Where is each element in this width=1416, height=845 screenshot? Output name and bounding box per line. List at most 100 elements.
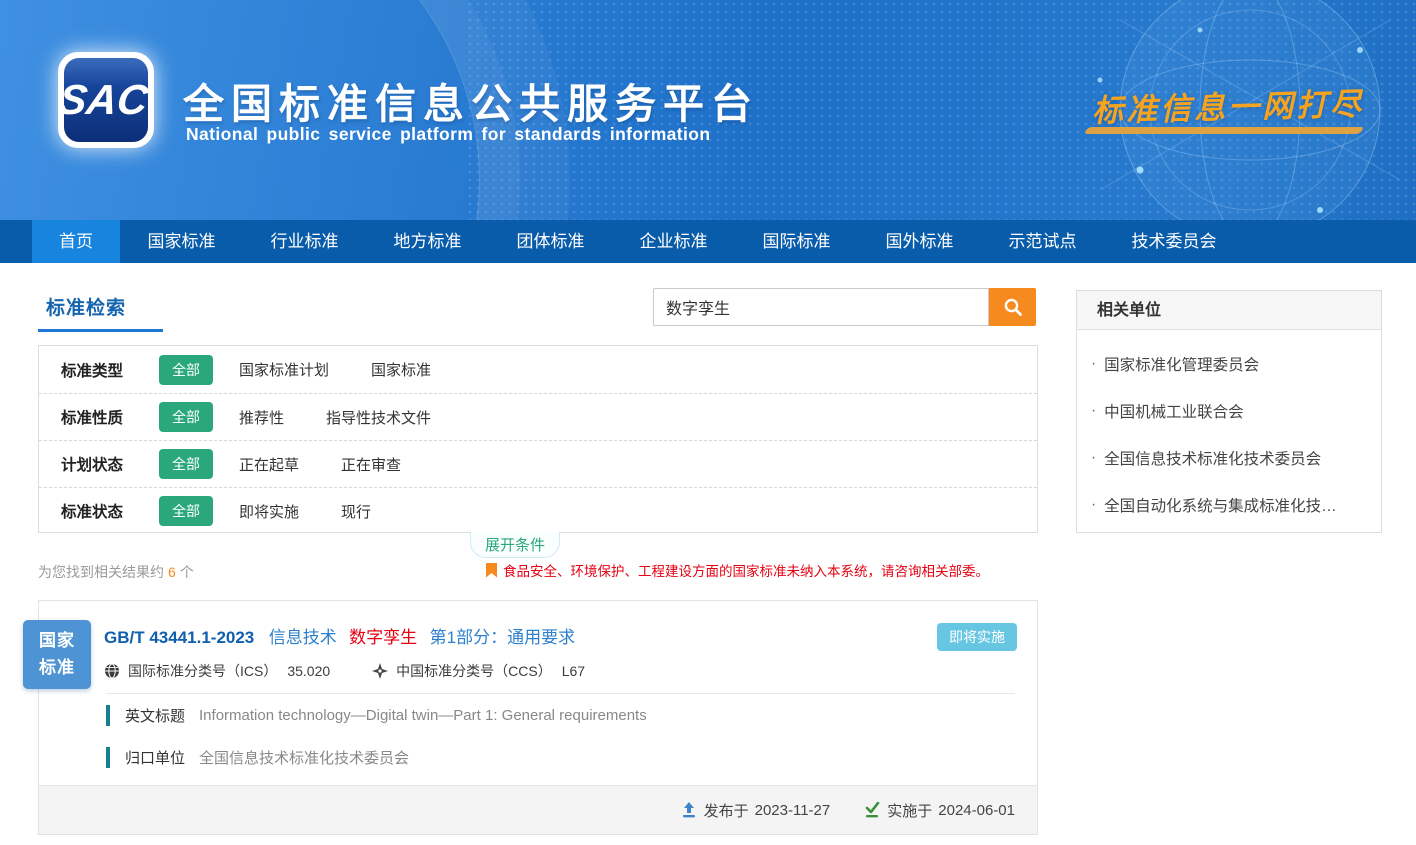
bullet: · (1091, 402, 1096, 420)
sidebar-item-sac[interactable]: · 国家标准化管理委员会 (1091, 340, 1381, 387)
filter-label: 计划状态 (61, 453, 159, 475)
publish-icon (681, 802, 697, 818)
card-divider (106, 693, 1015, 694)
result-card: 国家 标准 GB/T 43441.1-2023 信息技术 数字孪生 第1部分：通… (38, 600, 1038, 835)
sac-logo-inner: SAC (64, 58, 148, 142)
nav-tab-enterprise-standards[interactable]: 企业标准 (612, 220, 735, 263)
summary-prefix: 为您找到相关结果约 (38, 564, 164, 580)
sidebar-item-label: 全国信息技术标准化技术委员会 (1104, 447, 1321, 469)
search-input[interactable] (653, 288, 989, 326)
search-button[interactable] (989, 288, 1036, 326)
standard-title-part2: 第1部分：通用要求 (430, 628, 575, 647)
national-standard-badge: 国家 标准 (23, 620, 91, 689)
teal-bar-decor (106, 747, 110, 768)
filter-panel: 标准类型 全部 国家标准计划 国家标准 标准性质 全部 推荐性 指导性技术文件 … (38, 345, 1038, 533)
sidebar-item-automation-systems[interactable]: · 全国自动化系统与集成标准化技… (1091, 481, 1381, 528)
filter-option[interactable]: 现行 (341, 501, 371, 522)
expand-conditions-button[interactable]: 展开条件 (470, 531, 560, 558)
teal-bar-decor (106, 705, 110, 726)
sidebar-item-label: 中国机械工业联合会 (1104, 400, 1244, 422)
ccs-value: L67 (562, 663, 585, 679)
filter-all-button[interactable]: 全部 (159, 496, 213, 526)
filter-option[interactable]: 正在审查 (341, 454, 401, 475)
page-header: SAC 全国标准信息公共服务平台 National public service… (0, 0, 1416, 220)
dept-value: 全国信息技术标准化技术委员会 (199, 747, 409, 768)
classification-row: 国际标准分类号（ICS） 35.020 中国标准分类号（CCS） L67 (104, 661, 585, 681)
nav-tab-industry-standards[interactable]: 行业标准 (243, 220, 366, 263)
filter-option[interactable]: 国家标准 (371, 359, 431, 380)
filter-row-plan-status: 计划状态 全部 正在起草 正在审查 (39, 440, 1037, 487)
bookmark-icon (486, 563, 497, 578)
search-icon (1003, 297, 1023, 317)
filter-row-standard-type: 标准类型 全部 国家标准计划 国家标准 (39, 346, 1037, 393)
filter-option[interactable]: 正在起草 (239, 454, 299, 475)
filter-option[interactable]: 国家标准计划 (239, 359, 329, 380)
bullet: · (1091, 449, 1096, 467)
publish-date-item: 发布于 2023-11-27 (681, 800, 831, 821)
filter-label: 标准类型 (61, 359, 159, 381)
ics-label: 国际标准分类号（ICS） (128, 661, 277, 681)
summary-suffix: 个 (180, 564, 194, 580)
bullet: · (1091, 496, 1096, 514)
nav-tab-national-standards[interactable]: 国家标准 (120, 220, 243, 263)
filter-label: 标准性质 (61, 406, 159, 428)
implement-check-icon (864, 802, 880, 818)
sidebar-item-label: 国家标准化管理委员会 (1104, 353, 1259, 375)
header-slogan: 标准信息一网打尽 (1091, 78, 1364, 130)
nav-tab-home[interactable]: 首页 (32, 220, 120, 263)
section-title-underline (38, 329, 163, 332)
filter-all-button[interactable]: 全部 (159, 449, 213, 479)
sac-logo: SAC (58, 52, 154, 148)
dept-label: 归口单位 (125, 747, 185, 768)
section-title: 标准检索 (46, 293, 126, 320)
sidebar-item-machinery-federation[interactable]: · 中国机械工业联合会 (1091, 387, 1381, 434)
slogan-underline-decor (1084, 127, 1365, 134)
result-summary: 为您找到相关结果约6个 (38, 562, 194, 582)
filter-row-standard-status: 标准状态 全部 即将实施 现行 (39, 487, 1037, 534)
english-title-row: 英文标题 Information technology—Digital twin… (106, 705, 647, 726)
english-title-value: Information technology—Digital twin—Part… (199, 707, 647, 724)
ics-value: 35.020 (287, 663, 330, 679)
bullet: · (1091, 355, 1096, 373)
sidebar-item-it-standardization[interactable]: · 全国信息技术标准化技术委员会 (1091, 434, 1381, 481)
nav-tab-international-standards[interactable]: 国际标准 (735, 220, 858, 263)
ccs-label: 中国标准分类号（CCS） (396, 661, 552, 681)
publish-label: 发布于 (704, 800, 749, 821)
nav-tab-local-standards[interactable]: 地方标准 (366, 220, 489, 263)
nav-tab-pilot[interactable]: 示范试点 (981, 220, 1104, 263)
nav-tab-foreign-standards[interactable]: 国外标准 (858, 220, 981, 263)
nav-tab-group-standards[interactable]: 团体标准 (489, 220, 612, 263)
related-units-title: 相关单位 (1077, 291, 1381, 330)
standard-title-highlight: 数字孪生 (349, 628, 417, 647)
summary-count: 6 (168, 564, 176, 580)
notice-text: 食品安全、环境保护、工程建设方面的国家标准未纳入本系统，请咨询相关部委。 (503, 560, 989, 580)
main-content: 标准检索 标准类型 全部 国家标准计划 国家标准 标准性质 全部 推荐性 指导性… (0, 263, 1416, 845)
site-title: 全国标准信息公共服务平台 (183, 70, 759, 130)
filter-option[interactable]: 推荐性 (239, 407, 284, 428)
filter-all-button[interactable]: 全部 (159, 402, 213, 432)
filter-row-standard-nature: 标准性质 全部 推荐性 指导性技术文件 (39, 393, 1037, 440)
standard-title-part1: 信息技术 (269, 628, 337, 647)
implement-date: 2024-06-01 (938, 802, 1015, 819)
system-notice: 食品安全、环境保护、工程建设方面的国家标准未纳入本系统，请咨询相关部委。 (486, 560, 989, 580)
related-units-panel: 相关单位 · 国家标准化管理委员会 · 中国机械工业联合会 · 全国信息技术标准… (1076, 290, 1382, 533)
standard-title-link[interactable]: GB/T 43441.1-2023 信息技术 数字孪生 第1部分：通用要求 (104, 623, 575, 648)
main-nav: 首页 国家标准 行业标准 地方标准 团体标准 企业标准 国际标准 国外标准 示范… (0, 220, 1416, 263)
globe-icon (104, 663, 120, 679)
nav-tab-technical-committee[interactable]: 技术委员会 (1104, 220, 1244, 263)
badge-line1: 国家 (39, 628, 75, 654)
card-footer: 发布于 2023-11-27 实施于 2024-06-01 (39, 785, 1037, 834)
standard-code: GB/T 43441.1-2023 (104, 628, 254, 647)
sac-logo-text: SAC (55, 76, 156, 124)
related-units-list: · 国家标准化管理委员会 · 中国机械工业联合会 · 全国信息技术标准化技术委员… (1077, 330, 1381, 528)
filter-all-button[interactable]: 全部 (159, 355, 213, 385)
implement-label: 实施于 (887, 800, 932, 821)
dept-row: 归口单位 全国信息技术标准化技术委员会 (106, 747, 409, 768)
compass-icon (372, 663, 388, 679)
filter-label: 标准状态 (61, 500, 159, 522)
filter-option[interactable]: 指导性技术文件 (326, 407, 431, 428)
site-subtitle: National public service platform for sta… (186, 124, 710, 145)
badge-line2: 标准 (39, 655, 75, 681)
filter-option[interactable]: 即将实施 (239, 501, 299, 522)
english-title-label: 英文标题 (125, 705, 185, 726)
